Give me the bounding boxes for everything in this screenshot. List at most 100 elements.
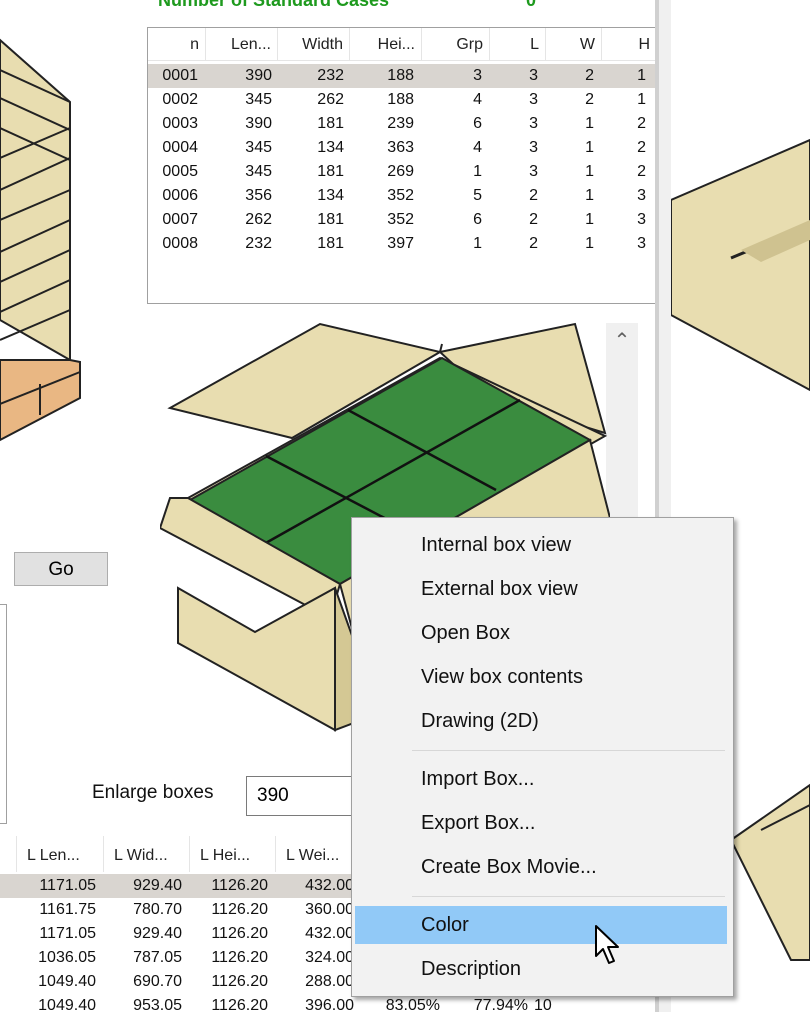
cases-table-cell: 232 xyxy=(317,67,344,84)
cases-table-cell: 3 xyxy=(529,67,538,84)
pallet-stack-view[interactable] xyxy=(0,0,150,450)
cases-table-cell: 2 xyxy=(529,187,538,204)
cases-table-row[interactable]: 0002 345 262 188 4 3 2 1 xyxy=(148,88,656,112)
cases-table-row[interactable]: 0007 262 181 352 6 2 1 3 xyxy=(148,208,656,232)
cases-table-cell: 181 xyxy=(317,211,344,228)
col-header-width[interactable]: Width xyxy=(278,28,350,60)
cases-table-cell: 2 xyxy=(529,235,538,252)
layers-table-cell: 929.40 xyxy=(133,877,182,894)
cases-table-cell: 239 xyxy=(387,115,414,132)
layers-table-cell: 1171.05 xyxy=(39,925,96,942)
standard-cases-heading: Number of Standard Cases 0 xyxy=(158,0,558,10)
menu-item-drawing-2d[interactable]: Drawing (2D) xyxy=(355,702,727,740)
cases-table-cell: 1 xyxy=(637,67,646,84)
menu-item-external-box-view[interactable]: External box view xyxy=(355,570,727,608)
mouse-pointer-icon xyxy=(595,925,619,964)
col-header-l-width[interactable]: L Wid... xyxy=(104,836,190,872)
cases-table-cell: 269 xyxy=(387,163,414,180)
layers-table-cell: 787.05 xyxy=(133,949,182,966)
cases-table-cell: 356 xyxy=(245,187,272,204)
col-header-height[interactable]: Hei... xyxy=(350,28,422,60)
cases-table-cell: 181 xyxy=(317,163,344,180)
layers-table-cell: 1171.05 xyxy=(39,877,96,894)
cases-table-cell: 181 xyxy=(317,235,344,252)
menu-item-import-box[interactable]: Import Box... xyxy=(355,760,727,798)
cases-table-cell: 0006 xyxy=(162,187,198,204)
layers-table-cell: 1049.40 xyxy=(38,997,96,1014)
cases-table-cell: 345 xyxy=(245,91,272,108)
go-button[interactable]: Go xyxy=(14,552,108,586)
cases-table-cell: 1 xyxy=(585,115,594,132)
col-header-length[interactable]: Len... xyxy=(206,28,278,60)
cases-table-cell: 188 xyxy=(387,91,414,108)
col-header-w[interactable]: W xyxy=(546,28,602,60)
cases-table-cell: 345 xyxy=(245,163,272,180)
menu-item-view-box-contents[interactable]: View box contents xyxy=(355,658,727,696)
layers-table-row[interactable]: 1049.40 953.05 1126.20 396.00 83.05% 77.94% 10 xyxy=(0,994,600,1018)
menu-item-internal-box-view[interactable]: Internal box view xyxy=(355,526,727,564)
layers-table-cell: 780.70 xyxy=(133,901,182,918)
cases-table-cell: 0002 xyxy=(162,91,198,108)
cases-table-row[interactable]: 0001 390 232 188 3 3 2 1 xyxy=(148,64,656,88)
cases-table-cell: 232 xyxy=(245,235,272,252)
menu-separator xyxy=(412,750,725,751)
cases-table-cell: 390 xyxy=(245,115,272,132)
cases-table-row[interactable]: 0006 356 134 352 5 2 1 3 xyxy=(148,184,656,208)
chevron-up-icon[interactable]: ⌃ xyxy=(606,323,638,359)
cases-table-cell: 0005 xyxy=(162,163,198,180)
layers-table-cell: 1126.20 xyxy=(211,997,268,1014)
enlarge-boxes-label: Enlarge boxes xyxy=(92,782,214,803)
menu-item-description[interactable]: Description xyxy=(355,950,727,988)
cases-table-cell: 352 xyxy=(387,211,414,228)
cases-table-cell: 345 xyxy=(245,139,272,156)
cases-table-cell: 1 xyxy=(473,163,482,180)
layers-table-cell: 690.70 xyxy=(133,973,182,990)
menu-item-color[interactable]: Color xyxy=(355,906,727,944)
layers-table-cell: 432.00 xyxy=(305,925,354,942)
menu-item-export-box[interactable]: Export Box... xyxy=(355,804,727,842)
layers-table-cell: 1126.20 xyxy=(211,901,268,918)
cases-table-cell: 134 xyxy=(317,187,344,204)
cases-table-cell: 0001 xyxy=(162,67,198,84)
cases-table-row[interactable]: 0004 345 134 363 4 3 1 2 xyxy=(148,136,656,160)
cases-table-cell: 2 xyxy=(585,67,594,84)
cases-table[interactable]: n Len... Width Hei... Grp L W H 0001 390 2… xyxy=(147,27,657,304)
cases-table-cell: 3 xyxy=(637,211,646,228)
cases-table-cell: 262 xyxy=(317,91,344,108)
col-header-l-length[interactable]: L Len... xyxy=(16,836,104,872)
cases-table-cell: 1 xyxy=(585,211,594,228)
cases-table-cell: 1 xyxy=(473,235,482,252)
cases-table-cell: 3 xyxy=(473,67,482,84)
cases-table-row[interactable]: 0003 390 181 239 6 3 1 2 xyxy=(148,112,656,136)
enlarge-boxes-input[interactable]: 390 xyxy=(246,776,356,816)
layers-table-cell: 396.00 xyxy=(305,997,354,1014)
layers-table-cell: 83.05% xyxy=(385,997,440,1014)
cases-table-cell: 6 xyxy=(473,211,482,228)
cases-table-cell: 1 xyxy=(585,235,594,252)
layers-table-cell: 360.00 xyxy=(305,901,354,918)
layers-table-cell: 1049.40 xyxy=(38,973,96,990)
standard-cases-count: 0 xyxy=(526,0,537,10)
cases-table-cell: 5 xyxy=(473,187,482,204)
cases-table-row[interactable]: 0005 345 181 269 1 3 1 2 xyxy=(148,160,656,184)
menu-item-open-box[interactable]: Open Box xyxy=(355,614,727,652)
col-header-h[interactable]: H xyxy=(602,28,656,60)
layers-table-cell: 953.05 xyxy=(133,997,182,1014)
cases-table-cell: 3 xyxy=(529,163,538,180)
col-header-grp[interactable]: Grp xyxy=(422,28,490,60)
cases-table-cell: 134 xyxy=(317,139,344,156)
cases-table-cell: 4 xyxy=(473,139,482,156)
cases-table-cell: 3 xyxy=(637,235,646,252)
cases-table-cell: 3 xyxy=(529,115,538,132)
col-header-n[interactable]: n xyxy=(148,28,206,60)
menu-item-create-box-movie[interactable]: Create Box Movie... xyxy=(355,848,727,886)
col-header-l-height[interactable]: L Hei... xyxy=(190,836,276,872)
col-header-l[interactable]: L xyxy=(490,28,546,60)
cases-table-cell: 0004 xyxy=(162,139,198,156)
cases-table-cell: 2 xyxy=(637,163,646,180)
cases-table-cell: 181 xyxy=(317,115,344,132)
layers-table-cell: 324.00 xyxy=(305,949,354,966)
cases-table-cell: 2 xyxy=(637,139,646,156)
col-header-l-weight[interactable]: L Wei... xyxy=(276,836,360,872)
cases-table-row[interactable]: 0008 232 181 397 1 2 1 3 xyxy=(148,232,656,256)
